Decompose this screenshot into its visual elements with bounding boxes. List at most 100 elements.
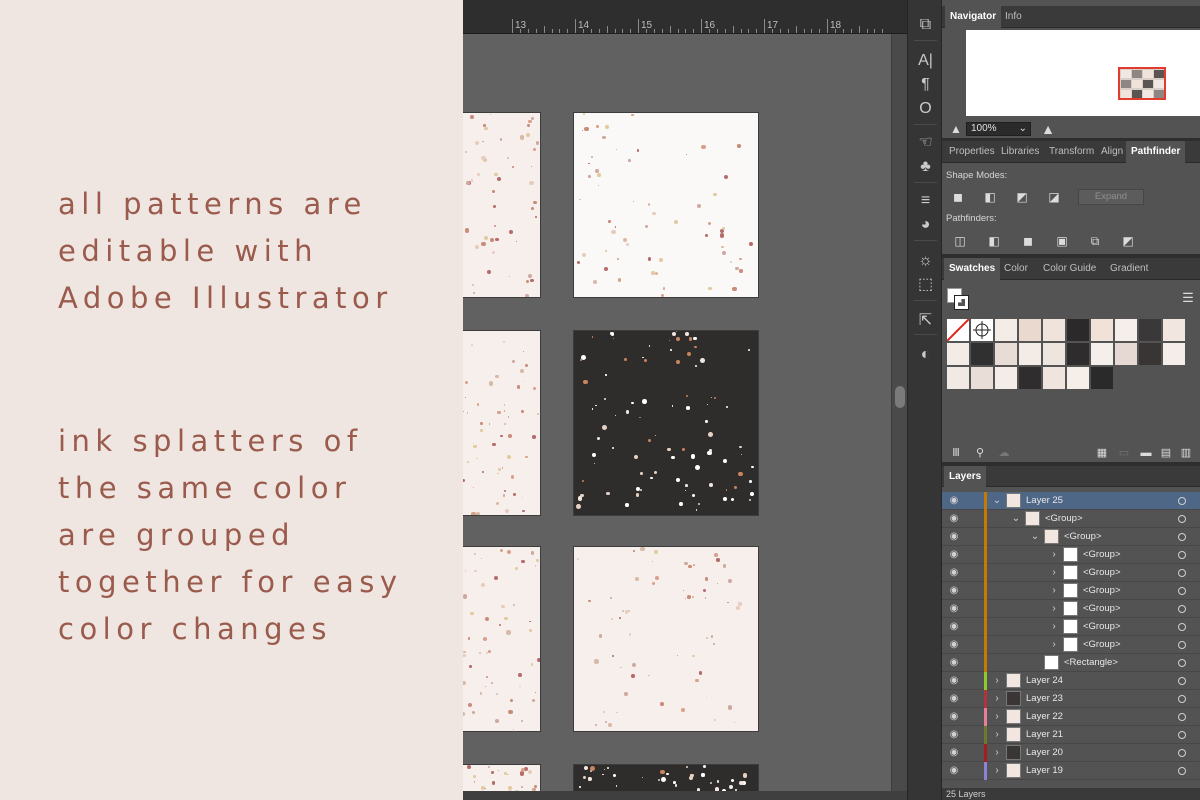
chevron-down-icon[interactable]: ⌄ [1030, 528, 1040, 546]
pattern-swatch[interactable] [1163, 319, 1185, 341]
layer-row[interactable]: ◉ ⌄ <Group> [942, 510, 1200, 528]
target-icon[interactable] [1178, 497, 1186, 505]
pattern-tile[interactable] [573, 112, 759, 298]
target-icon[interactable] [1178, 731, 1186, 739]
chevron-right-icon[interactable]: › [992, 690, 1002, 708]
color-group-icon[interactable]: ▭ [1114, 445, 1134, 461]
chevron-right-icon[interactable]: › [1049, 546, 1059, 564]
pattern-tile[interactable] [573, 330, 759, 516]
eye-icon[interactable]: ◉ [948, 747, 960, 759]
scrollbar-thumb[interactable] [895, 386, 905, 408]
layer-row[interactable]: ◉ › Layer 22 [942, 708, 1200, 726]
color-wheel-icon[interactable]: ◐ [915, 344, 936, 365]
tab-pathfinder[interactable]: Pathfinder [1126, 141, 1186, 163]
target-icon[interactable] [1178, 605, 1186, 613]
eye-icon[interactable]: ◉ [948, 675, 960, 687]
eye-icon[interactable]: ◉ [948, 513, 960, 525]
tab-transform[interactable]: Transform [1044, 141, 1099, 163]
eye-icon[interactable]: ◉ [948, 567, 960, 579]
puppet-icon[interactable]: ☜ [915, 132, 936, 153]
tab-navigator[interactable]: Navigator [945, 6, 1002, 28]
pattern-swatch[interactable] [1163, 343, 1185, 365]
swatch-libraries-icon[interactable]: Ⅲ [946, 445, 966, 461]
none-swatch[interactable] [946, 318, 970, 342]
crop-icon[interactable]: ▣ [1052, 233, 1072, 249]
cloud-icon[interactable]: ☁ [994, 445, 1014, 461]
pattern-swatch[interactable] [1067, 367, 1089, 389]
eye-icon[interactable]: ◉ [948, 531, 960, 543]
eye-icon[interactable]: ◉ [948, 495, 960, 507]
target-icon[interactable] [1178, 695, 1186, 703]
pattern-swatch[interactable] [971, 343, 993, 365]
intersect-icon[interactable]: ◩ [1012, 189, 1032, 205]
artboard-area[interactable] [463, 34, 891, 800]
horizontal-scrollbar[interactable] [463, 791, 907, 800]
opentype-icon[interactable]: O [915, 98, 936, 119]
trash-icon[interactable]: ▥ [1176, 445, 1196, 461]
target-icon[interactable] [1178, 533, 1186, 541]
merge-icon[interactable]: ◼ [1018, 233, 1038, 249]
layer-row[interactable]: ◉ › <Group> [942, 636, 1200, 654]
horizontal-ruler[interactable]: 13 14 15 16 17 18 [463, 0, 907, 34]
target-icon[interactable] [1178, 551, 1186, 559]
stroke-swatch[interactable] [954, 295, 969, 310]
chevron-down-icon[interactable]: ⌄ [1011, 510, 1021, 528]
artboards-icon[interactable]: ⧉ [915, 14, 936, 35]
chevron-right-icon[interactable]: › [1049, 636, 1059, 654]
chevron-right-icon[interactable]: › [1049, 564, 1059, 582]
eye-icon[interactable]: ◉ [948, 693, 960, 705]
zoom-field[interactable]: 100% ⌄ [966, 122, 1031, 136]
paragraph-icon[interactable]: ¶ [915, 74, 936, 95]
tab-color[interactable]: Color [999, 258, 1033, 280]
show-kinds-icon[interactable]: ⚲ [970, 445, 990, 461]
layer-row[interactable]: ◉ › Layer 23 [942, 690, 1200, 708]
expand-button[interactable]: Expand [1078, 189, 1144, 205]
layer-row[interactable]: ◉ › Layer 24 [942, 672, 1200, 690]
eye-icon[interactable]: ◉ [948, 603, 960, 615]
club-symbol-icon[interactable]: ♣ [915, 156, 936, 177]
pattern-swatch[interactable] [1019, 319, 1041, 341]
chevron-right-icon[interactable]: › [992, 672, 1002, 690]
trim-icon[interactable]: ◧ [984, 233, 1004, 249]
target-icon[interactable] [1178, 623, 1186, 631]
pattern-swatch[interactable] [1043, 367, 1065, 389]
zoom-in-icon[interactable]: ▲ [1038, 121, 1058, 137]
export-icon[interactable]: ⬚ [915, 274, 936, 295]
chevron-right-icon[interactable]: › [992, 762, 1002, 780]
minus-back-icon[interactable]: ◩ [1118, 233, 1138, 249]
tab-layers[interactable]: Layers [944, 466, 987, 487]
target-icon[interactable] [1178, 659, 1186, 667]
layer-row[interactable]: ◉ › Layer 19 [942, 762, 1200, 780]
swatch-options-icon[interactable]: ▦ [1092, 445, 1112, 461]
outline-icon[interactable]: ⧉ [1085, 233, 1105, 249]
pattern-swatch[interactable] [1115, 319, 1137, 341]
pattern-swatch[interactable] [1067, 343, 1089, 365]
layer-row[interactable]: ◉ › <Group> [942, 582, 1200, 600]
eye-icon[interactable]: ◉ [948, 549, 960, 561]
exclude-icon[interactable]: ◪ [1044, 189, 1064, 205]
navigator-view-box[interactable] [1118, 67, 1166, 100]
chevron-right-icon[interactable]: › [1049, 618, 1059, 636]
eye-icon[interactable]: ◉ [948, 639, 960, 651]
layer-row[interactable]: ◉ › <Group> [942, 564, 1200, 582]
layer-row[interactable]: ◉ › <Group> [942, 618, 1200, 636]
pattern-swatch[interactable] [1019, 343, 1041, 365]
pattern-swatch[interactable] [995, 367, 1017, 389]
target-icon[interactable] [1178, 767, 1186, 775]
pattern-swatch[interactable] [1091, 343, 1113, 365]
tab-info[interactable]: Info [1000, 6, 1027, 28]
tab-swatches[interactable]: Swatches [944, 258, 1001, 280]
layer-row[interactable]: ◉ › <Group> [942, 600, 1200, 618]
eye-icon[interactable]: ◉ [948, 657, 960, 669]
new-group-icon[interactable]: ▬ [1136, 445, 1156, 461]
target-icon[interactable] [1178, 569, 1186, 577]
chevron-right-icon[interactable]: › [992, 744, 1002, 762]
target-icon[interactable] [1178, 713, 1186, 721]
target-icon[interactable] [1178, 749, 1186, 757]
pattern-swatch[interactable] [1043, 319, 1065, 341]
divide-icon[interactable]: ◫ [950, 233, 970, 249]
tab-libraries[interactable]: Libraries [996, 141, 1044, 163]
pattern-tile[interactable] [463, 546, 541, 732]
eye-icon[interactable]: ◉ [948, 765, 960, 777]
pattern-swatch[interactable] [1043, 343, 1065, 365]
